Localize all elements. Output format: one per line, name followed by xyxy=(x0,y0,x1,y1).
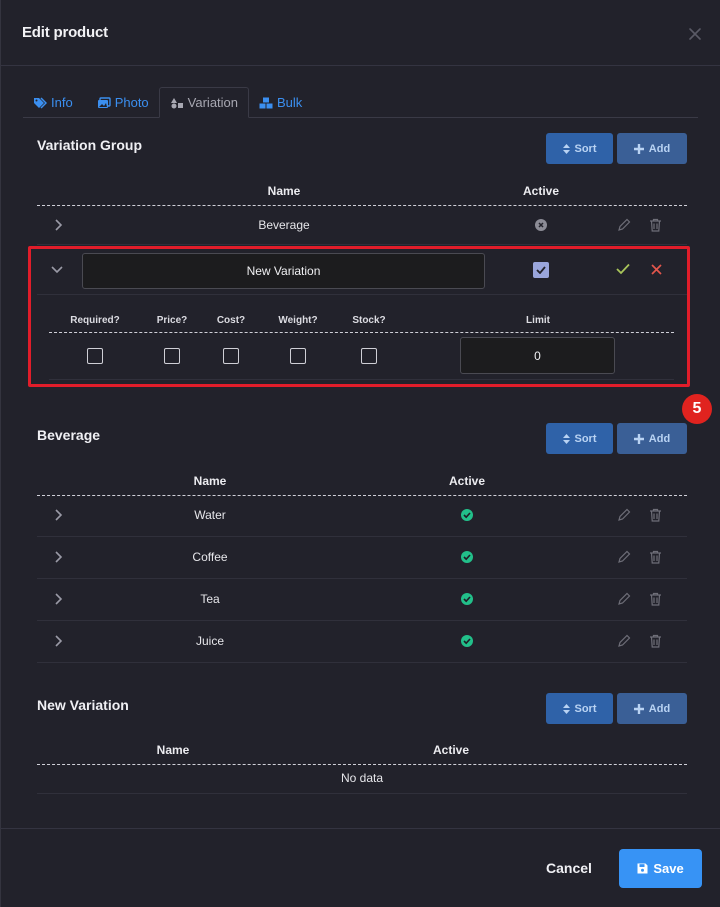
table-row-name: Coffee xyxy=(192,550,228,564)
row-divider xyxy=(37,793,687,794)
row-divider xyxy=(37,620,687,621)
edit-icon[interactable] xyxy=(617,508,631,522)
new-variation-sort-button[interactable]: Sort xyxy=(546,693,613,724)
trash-icon[interactable] xyxy=(649,508,662,522)
beverage-title: Beverage xyxy=(37,427,101,443)
chevron-right-icon[interactable] xyxy=(53,635,63,647)
tab-variation-label: Variation xyxy=(187,95,239,110)
boxes-icon xyxy=(259,97,273,108)
new-variation-title: New Variation xyxy=(37,697,129,713)
column-header-name: Name xyxy=(156,743,190,757)
tab-info-label: Info xyxy=(51,95,73,110)
shapes-icon xyxy=(170,97,183,108)
images-icon xyxy=(97,96,111,108)
table-header-divider xyxy=(37,495,687,496)
sort-label: Sort xyxy=(574,702,597,715)
active-check-circle-icon xyxy=(461,593,473,605)
sort-icon xyxy=(562,703,570,714)
column-header-name: Name xyxy=(267,184,301,198)
active-check-circle-icon xyxy=(461,551,473,563)
variation-group-sort-button[interactable]: Sort xyxy=(546,133,613,164)
chevron-right-icon[interactable] xyxy=(53,593,63,605)
trash-icon[interactable] xyxy=(649,550,662,564)
tab-bar: Info Photo Variation Bulk xyxy=(23,87,312,118)
modal-header: Edit product xyxy=(1,0,720,66)
column-header-active: Active xyxy=(522,184,560,198)
edit-icon[interactable] xyxy=(617,218,631,232)
tab-bulk[interactable]: Bulk xyxy=(249,87,312,118)
table-row-name: Juice xyxy=(195,634,225,648)
row-divider xyxy=(37,244,687,245)
chevron-right-icon[interactable] xyxy=(53,509,63,521)
edit-icon[interactable] xyxy=(617,592,631,606)
edit-product-modal: Edit product Info Photo Variation Bulk V… xyxy=(0,0,720,907)
save-button[interactable]: Save xyxy=(619,849,702,888)
trash-icon[interactable] xyxy=(649,634,662,648)
step-badge: 5 xyxy=(682,394,712,424)
trash-icon[interactable] xyxy=(649,592,662,606)
plus-icon xyxy=(633,703,644,714)
tab-photo[interactable]: Photo xyxy=(87,87,159,118)
cancel-button[interactable]: Cancel xyxy=(546,860,592,876)
row-divider xyxy=(37,578,687,579)
sort-icon xyxy=(562,143,570,154)
sort-label: Sort xyxy=(574,142,597,155)
column-header-active: Active xyxy=(448,474,486,488)
add-label: Add xyxy=(648,702,671,715)
group-row-name: Beverage xyxy=(258,218,310,232)
save-label: Save xyxy=(653,861,684,876)
active-check-circle-icon xyxy=(461,635,473,647)
tab-bulk-label: Bulk xyxy=(277,95,303,110)
table-row-name: Water xyxy=(194,508,226,522)
close-icon[interactable] xyxy=(687,26,703,42)
add-label: Add xyxy=(648,142,671,155)
edit-icon[interactable] xyxy=(617,550,631,564)
tags-icon xyxy=(34,96,47,109)
variation-group-add-button[interactable]: Add xyxy=(617,133,687,164)
modal-title: Edit product xyxy=(22,24,108,41)
table-row-name: Tea xyxy=(200,592,220,606)
chevron-right-icon[interactable] xyxy=(53,219,63,231)
tab-info[interactable]: Info xyxy=(23,87,83,118)
plus-icon xyxy=(633,143,644,154)
beverage-add-button[interactable]: Add xyxy=(617,423,687,454)
new-variation-add-button[interactable]: Add xyxy=(617,693,687,724)
floppy-disk-icon xyxy=(637,863,648,874)
sort-icon xyxy=(562,433,570,444)
empty-state-text: No data xyxy=(340,771,384,785)
column-header-active: Active xyxy=(432,743,470,757)
trash-icon[interactable] xyxy=(649,218,662,232)
chevron-right-icon[interactable] xyxy=(53,551,63,563)
highlight-box xyxy=(28,246,690,387)
table-header-divider xyxy=(37,764,687,765)
footer-divider xyxy=(1,828,720,829)
sort-label: Sort xyxy=(574,432,597,445)
column-header-name: Name xyxy=(193,474,227,488)
table-header-divider xyxy=(37,205,687,206)
tab-variation[interactable]: Variation xyxy=(158,87,250,118)
variation-group-title: Variation Group xyxy=(37,137,143,153)
add-label: Add xyxy=(648,432,671,445)
plus-icon xyxy=(633,433,644,444)
tab-photo-label: Photo xyxy=(114,95,149,110)
edit-icon[interactable] xyxy=(617,634,631,648)
beverage-sort-button[interactable]: Sort xyxy=(546,423,613,454)
row-divider xyxy=(37,536,687,537)
inactive-status-icon xyxy=(535,219,547,231)
row-divider xyxy=(37,662,687,663)
active-check-circle-icon xyxy=(461,509,473,521)
